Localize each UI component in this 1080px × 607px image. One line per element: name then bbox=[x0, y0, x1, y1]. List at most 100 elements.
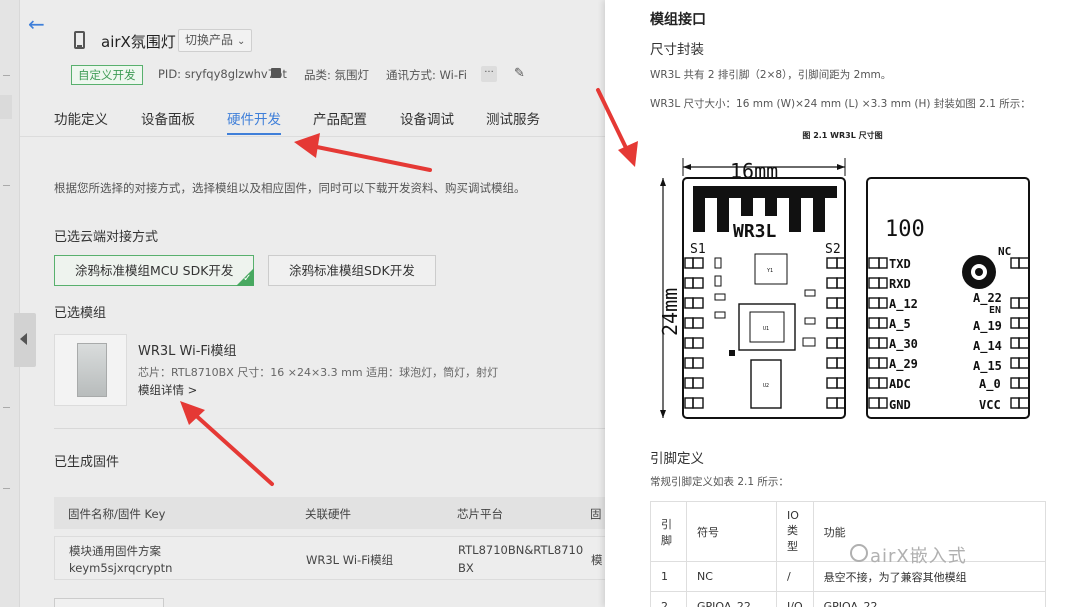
category-text: 品类: 氛围灯 bbox=[304, 68, 370, 82]
tab-device-debug[interactable]: 设备调试 bbox=[400, 108, 454, 128]
module-section-label: 已选模组 bbox=[54, 306, 107, 321]
pin-function: GPIOA_22 bbox=[812, 591, 1047, 607]
nc-label: NC bbox=[998, 245, 1011, 258]
module-name: WR3L Wi-Fi模组 bbox=[138, 344, 237, 359]
width-label: 16mm bbox=[730, 159, 778, 183]
firmware-section-label: 已生成固件 bbox=[54, 455, 120, 470]
pin-col-symbol: 符号 bbox=[686, 501, 777, 562]
pin-label: A_30 bbox=[889, 337, 918, 352]
tab-test-service[interactable]: 测试服务 bbox=[486, 108, 540, 128]
table-row: 1 NC / 悬空不接，为了兼容其他模组 bbox=[650, 561, 1047, 592]
module-chip-image bbox=[77, 343, 107, 397]
pin-number: 2 bbox=[650, 591, 687, 607]
tab-device-panel[interactable]: 设备面板 bbox=[141, 108, 195, 128]
module-image bbox=[54, 334, 127, 406]
nav-tick bbox=[3, 185, 10, 186]
module-label: WR3L bbox=[733, 221, 777, 242]
pin-label: A_12 bbox=[889, 297, 918, 312]
nav-tick bbox=[3, 407, 10, 408]
pin-label: A_22 bbox=[973, 291, 1002, 306]
option-sdk-button[interactable]: 涂鸦标准模组SDK开发 bbox=[268, 255, 436, 286]
pin-col-io: IO类型 bbox=[776, 501, 814, 562]
u1-label: U1 bbox=[763, 326, 769, 332]
pin-label: TXD bbox=[889, 257, 911, 271]
collapse-panel-handle[interactable] bbox=[14, 313, 36, 367]
protocol-text: 通讯方式: Wi-Fi bbox=[386, 68, 467, 82]
pin-label: GND bbox=[889, 398, 911, 412]
table-row[interactable]: 模块通用固件方案 keym5sjxrqcryptn WR3L Wi-Fi模组 R… bbox=[54, 536, 625, 580]
app-nav-strip bbox=[0, 0, 20, 607]
fw-col-hardware: 关联硬件 bbox=[305, 507, 351, 521]
switch-product-button[interactable]: 切换产品 ⌄ bbox=[178, 29, 253, 52]
caret-left-icon bbox=[20, 333, 27, 345]
fw-hardware: WR3L Wi-Fi模组 bbox=[306, 553, 394, 567]
tab-hardware-dev[interactable]: 硬件开发 bbox=[227, 108, 281, 135]
pin-table: 引脚 符号 IO类型 功能 1 NC / 悬空不接，为了兼容其他模组 2 GPI… bbox=[650, 501, 1047, 607]
tab-product-config[interactable]: 产品配置 bbox=[313, 108, 367, 128]
chevron-down-icon: ⌄ bbox=[237, 36, 246, 47]
option-sdk-label: 涂鸦标准模组SDK开发 bbox=[289, 263, 415, 278]
en-label: EN bbox=[989, 305, 1001, 316]
nav-tick bbox=[3, 75, 10, 76]
fw-chip: RTL8710BN&RTL8710 bbox=[458, 543, 584, 557]
s2-label: S2 bbox=[825, 242, 841, 257]
pin-io: / bbox=[776, 561, 814, 592]
custom-dev-tag: 自定义开发 bbox=[71, 65, 143, 85]
fw-name: 模块通用固件方案 bbox=[69, 544, 161, 558]
module-dimension-figure: 16mm 24mm WR3L S1 S2 Y1 U1 U2 100 NC TXD… bbox=[658, 158, 1030, 419]
tab-function-definition[interactable]: 功能定义 bbox=[54, 108, 108, 128]
y1-label: Y1 bbox=[767, 268, 773, 274]
option-mcu-sdk-button[interactable]: 涂鸦标准模组MCU SDK开发 ✓ bbox=[54, 255, 255, 286]
edit-icon[interactable]: ✎ bbox=[514, 66, 525, 81]
pin-label: A_14 bbox=[973, 339, 1002, 354]
pin-symbol: GPIOA_22 bbox=[686, 591, 777, 607]
module-spec: 芯片：RTL8710BX 尺寸：16 ×24×3.3 mm 适用：球泡灯，筒灯，… bbox=[138, 366, 499, 379]
bottom-action-button[interactable] bbox=[54, 598, 164, 607]
fw-col-extra: 固 bbox=[590, 507, 602, 521]
fw-extra: 模 bbox=[591, 553, 603, 567]
pin-col-number: 引脚 bbox=[650, 501, 687, 562]
fw-key: keym5sjxrqcryptn bbox=[69, 561, 173, 575]
device-icon bbox=[74, 31, 85, 49]
nav-tick bbox=[3, 488, 10, 489]
fw-col-chip: 芯片平台 bbox=[457, 507, 503, 521]
option-mcu-sdk-label: 涂鸦标准模组MCU SDK开发 bbox=[75, 263, 234, 278]
wechat-logo-icon bbox=[850, 544, 868, 562]
console-panel: ← airX氛围灯 切换产品 ⌄ 自定义开发 PID: sryfqy8glzwhv… bbox=[20, 0, 625, 607]
cloud-section-label: 已选云端对接方式 bbox=[54, 230, 159, 245]
check-icon: ✓ bbox=[243, 273, 252, 284]
pin-label: A_5 bbox=[889, 317, 911, 332]
hardware-description: 根据您所选择的对接方式，选择模组以及相应固件，同时可以下载开发资料、购买调试模组… bbox=[54, 181, 526, 195]
back-arrow-icon[interactable]: ← bbox=[28, 12, 45, 36]
switch-product-label: 切换产品 bbox=[185, 33, 234, 47]
pin-symbol: NC bbox=[686, 561, 777, 592]
u2-label: U2 bbox=[763, 383, 769, 389]
tab-bar-underline bbox=[20, 136, 605, 137]
pin-label: A_0 bbox=[979, 377, 1001, 392]
nav-active-marker bbox=[0, 95, 12, 119]
watermark-text: airX嵌入式 bbox=[870, 546, 967, 567]
pin-label: ADC bbox=[889, 377, 911, 391]
document-panel: 模组接口 尺寸封装 WR3L 共有 2 排引脚（2×8），引脚间距为 2mm。 … bbox=[605, 0, 1080, 607]
pin-label: A_19 bbox=[973, 319, 1002, 334]
copy-icon[interactable] bbox=[271, 68, 281, 78]
fw-col-name: 固件名称/固件 Key bbox=[68, 507, 166, 521]
pin-label: VCC bbox=[979, 398, 1001, 412]
pid-text: PID: sryfqy8glzwhv7bt bbox=[158, 67, 287, 81]
fw-chip-suffix: BX bbox=[458, 561, 474, 575]
pin-number: 1 bbox=[650, 561, 687, 592]
back-number: 100 bbox=[885, 217, 925, 242]
pin-label: RXD bbox=[889, 277, 911, 291]
s1-label: S1 bbox=[690, 242, 706, 257]
pin-definition-desc: 常规引脚定义如表 2.1 所示： bbox=[650, 476, 789, 488]
pin-definition-title: 引脚定义 bbox=[650, 451, 704, 467]
pin-label: A_29 bbox=[889, 357, 918, 372]
product-title: airX氛围灯 bbox=[101, 33, 176, 51]
firmware-table-header: 固件名称/固件 Key 关联硬件 芯片平台 固 bbox=[54, 497, 625, 529]
table-header-row: 引脚 符号 IO类型 功能 bbox=[650, 501, 1047, 562]
more-icon[interactable]: ··· bbox=[481, 66, 497, 82]
section-divider bbox=[54, 428, 625, 429]
module-details-link[interactable]: 模组详情 > bbox=[138, 382, 197, 398]
pin-label: A_15 bbox=[973, 359, 1002, 374]
height-label: 24mm bbox=[658, 288, 682, 336]
